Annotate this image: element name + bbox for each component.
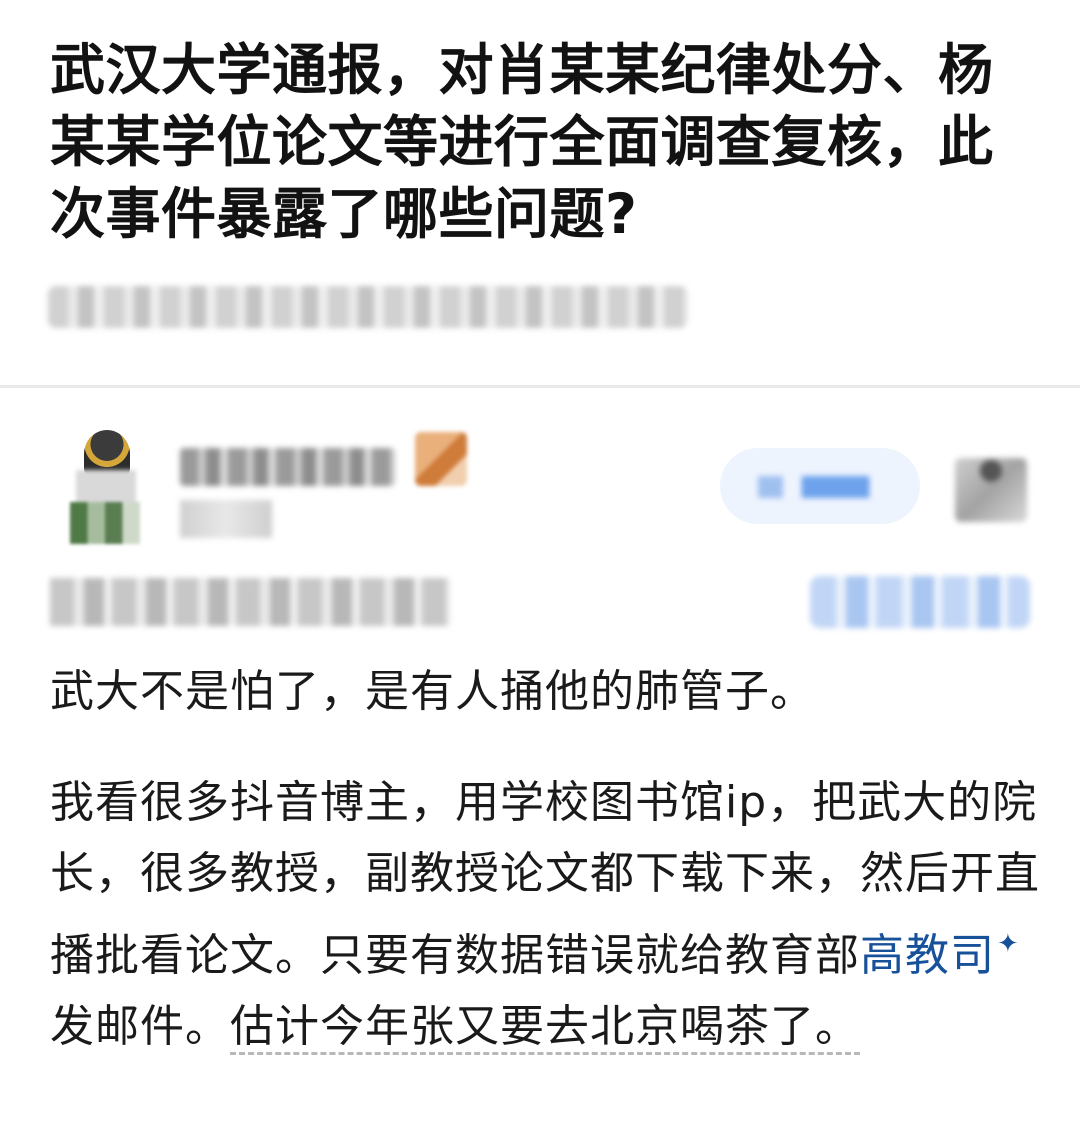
avatar-mosaic [70,502,140,544]
blurred-author-badge-icon [415,432,467,486]
paragraph-2-text-2: 发邮件。 [50,1001,230,1052]
more-options-button[interactable] [955,458,1027,522]
blurred-answer-meta [50,578,450,626]
follow-button[interactable] [720,448,920,524]
blurred-more-icon [955,458,1027,522]
question-header: 武汉大学通报，对肖某某纪律处分、杨某某学位论文等进行全面调查复核，此次事件暴露了… [50,34,1040,250]
answer-content: 武大不是怕了，是有人捅他的肺管子。 我看很多抖音博主，用学校图书馆ip，把武大的… [50,656,1040,1062]
blurred-author-subtitle [180,500,272,538]
sparkle-icon: ✦ [997,929,1020,959]
gaojiaosi-link[interactable]: 高教司 [860,930,995,981]
answer-paragraph-1: 武大不是怕了，是有人捅他的肺管子。 [50,666,815,717]
zhihu-answer-page: 武汉大学通报，对肖某某纪律处分、杨某某学位论文等进行全面调查复核，此次事件暴露了… [0,0,1080,1148]
answer-paragraph-2: 我看很多抖音博主，用学校图书馆ip，把武大的院长，很多教授，副教授论文都下载下来… [50,767,1040,1062]
author-avatar[interactable] [66,430,146,550]
blurred-action-chip[interactable] [810,576,1030,628]
section-divider [0,385,1080,388]
blurred-question-meta [48,286,688,328]
blurred-follow-label [758,476,882,498]
paragraph-2-text-3: 估计今年张又要去北京喝茶了。 [230,1001,860,1055]
question-title[interactable]: 武汉大学通报，对肖某某纪律处分、杨某某学位论文等进行全面调查复核，此次事件暴露了… [50,34,1040,250]
blurred-author-name[interactable] [180,448,395,486]
